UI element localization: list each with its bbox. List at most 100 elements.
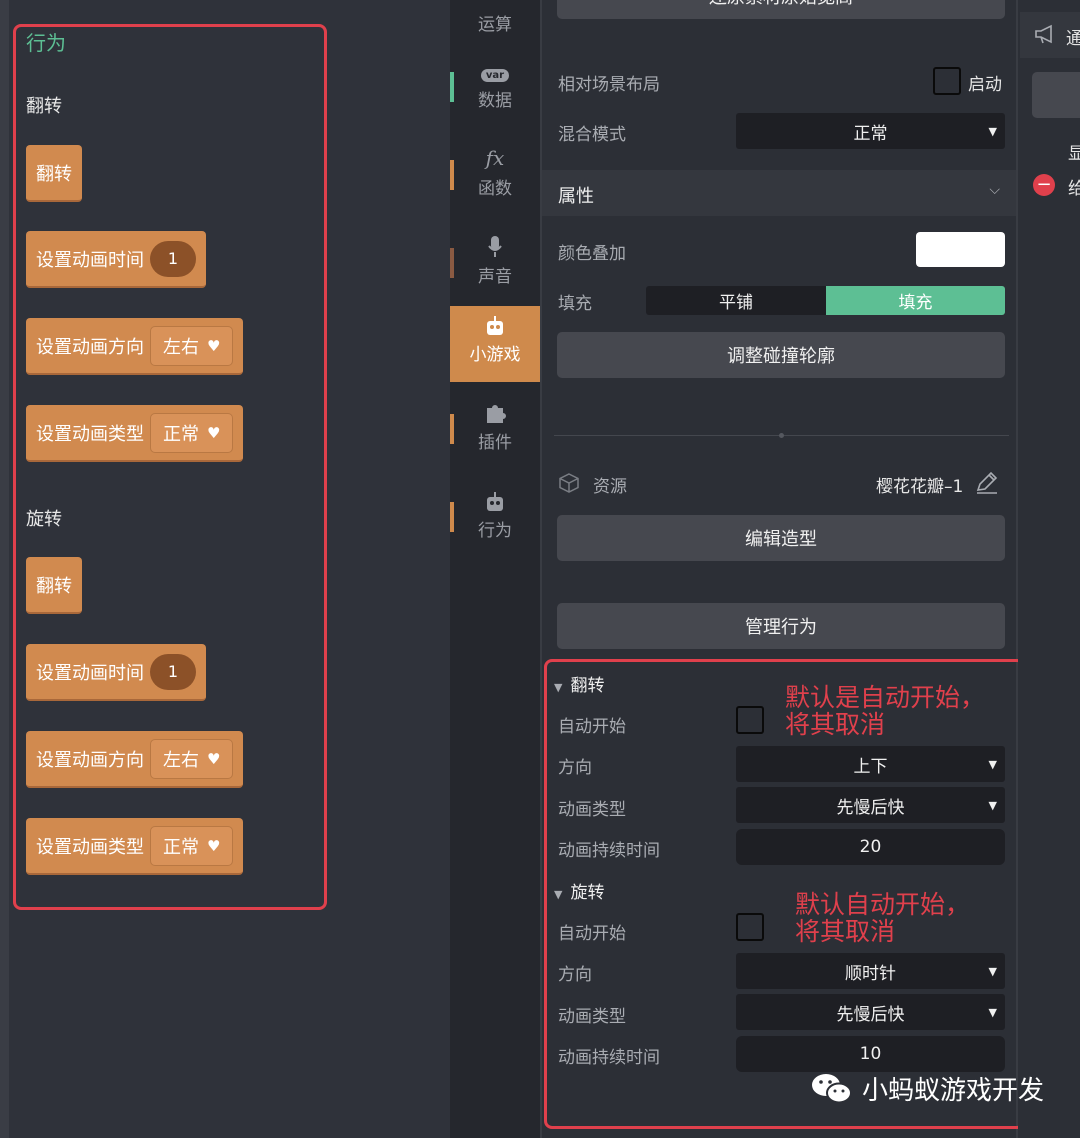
right-panel-button[interactable] bbox=[1032, 72, 1080, 118]
wechat-icon bbox=[812, 1073, 852, 1103]
category-label: 运算 bbox=[478, 15, 512, 35]
right-panel-header[interactable]: 通 bbox=[1020, 12, 1080, 58]
robot-icon bbox=[450, 482, 540, 512]
set-anim-direction-block[interactable]: 设置动画方向 左右 ♥ bbox=[26, 318, 244, 375]
puzzle-icon bbox=[450, 394, 540, 424]
category-marker bbox=[450, 160, 454, 190]
type-dropdown[interactable]: 正常 ♥ bbox=[150, 412, 234, 453]
set-anim-time-block[interactable]: 设置动画时间 1 bbox=[26, 644, 206, 701]
edit-pencil-icon[interactable] bbox=[974, 470, 1000, 500]
right-header-text: 通 bbox=[1066, 29, 1080, 49]
blend-mode-select[interactable]: 正常 ▼ bbox=[736, 113, 1005, 149]
color-overlay-label: 颜色叠加 bbox=[558, 244, 626, 264]
right-row-text: 给 bbox=[1068, 179, 1080, 199]
block-label: 设置动画方向 bbox=[36, 749, 144, 771]
block-label: 翻转 bbox=[36, 575, 72, 597]
category-minigame[interactable]: 小游戏 bbox=[450, 306, 540, 382]
type-dropdown[interactable]: 正常 ♥ bbox=[150, 825, 234, 866]
function-icon: fx bbox=[485, 146, 505, 170]
annotation-rotate: 默认自动开始， 将其取消 bbox=[795, 891, 970, 945]
category-nav: 运算 var 数据 fx 函数 声音 小游戏 插件 行为 bbox=[450, 0, 540, 1138]
block-label: 设置动画时间 bbox=[36, 249, 144, 271]
annotation-line: 将其取消 bbox=[795, 917, 896, 946]
time-value-input[interactable]: 1 bbox=[150, 240, 196, 277]
block-label: 设置动画方向 bbox=[36, 336, 144, 358]
palette-title: 行为 bbox=[26, 31, 66, 55]
right-panel: 通 显 − 给 bbox=[1018, 0, 1080, 1138]
type-value: 正常 bbox=[163, 423, 199, 445]
flip-block[interactable]: 翻转 bbox=[26, 145, 82, 202]
direction-value: 左右 bbox=[163, 749, 199, 771]
category-marker bbox=[450, 72, 454, 102]
category-label: 插件 bbox=[478, 433, 512, 453]
set-anim-time-block[interactable]: 设置动画时间 1 bbox=[26, 231, 206, 288]
watermark-text: 小蚂蚁游戏开发 bbox=[862, 1076, 1045, 1106]
type-value: 正常 bbox=[163, 836, 199, 858]
relative-layout-checkbox[interactable] bbox=[933, 67, 961, 95]
set-anim-direction-block[interactable]: 设置动画方向 左右 ♥ bbox=[26, 731, 244, 788]
divider-handle[interactable] bbox=[779, 433, 784, 438]
fill-option-tile[interactable]: 平铺 bbox=[646, 286, 826, 315]
block-label: 设置动画时间 bbox=[36, 662, 144, 684]
attributes-header[interactable]: 属性 ⌵ bbox=[542, 170, 1016, 216]
watermark: 小蚂蚁游戏开发 bbox=[810, 1070, 1044, 1107]
direction-dropdown[interactable]: 左右 ♥ bbox=[150, 738, 234, 779]
category-sound[interactable]: 声音 bbox=[450, 228, 540, 304]
category-data[interactable]: var 数据 bbox=[450, 52, 540, 128]
category-label: 行为 bbox=[478, 521, 512, 541]
caret-down-icon: ▼ bbox=[988, 124, 997, 138]
palette-edge bbox=[0, 0, 9, 1138]
color-overlay-swatch[interactable] bbox=[916, 232, 1005, 267]
resource-value: 樱花花瓣–1 bbox=[876, 477, 964, 497]
operator-icon bbox=[450, 0, 540, 6]
fill-label: 填充 bbox=[558, 294, 592, 314]
attributes-title: 属性 bbox=[558, 186, 594, 207]
relative-layout-label: 相对场景布局 bbox=[558, 75, 660, 95]
category-label: 声音 bbox=[478, 267, 512, 287]
resource-label: 资源 bbox=[593, 477, 627, 497]
relative-layout-check-label: 启动 bbox=[968, 75, 1002, 95]
time-value-input[interactable]: 1 bbox=[150, 653, 196, 690]
robot-icon bbox=[450, 306, 540, 336]
category-operators[interactable]: 运算 bbox=[450, 0, 540, 52]
annotation-line: 默认是自动开始， bbox=[785, 683, 986, 712]
category-label: 小游戏 bbox=[469, 345, 521, 365]
collision-outline-button[interactable]: 调整碰撞轮廓 bbox=[557, 332, 1005, 378]
set-anim-type-block[interactable]: 设置动画类型 正常 ♥ bbox=[26, 818, 244, 875]
annotation-line: 将其取消 bbox=[785, 710, 886, 739]
dropdown-heart-icon: ♥ bbox=[207, 836, 221, 855]
dropdown-heart-icon: ♥ bbox=[207, 423, 221, 442]
fill-option-fill[interactable]: 填充 bbox=[826, 286, 1005, 315]
set-anim-type-block[interactable]: 设置动画类型 正常 ♥ bbox=[26, 405, 244, 462]
dropdown-heart-icon: ♥ bbox=[207, 749, 221, 768]
category-behavior[interactable]: 行为 bbox=[450, 482, 540, 558]
annotation-line: 默认自动开始， bbox=[795, 890, 971, 919]
category-label: 函数 bbox=[478, 179, 512, 199]
flip-block[interactable]: 翻转 bbox=[26, 557, 82, 614]
var-icon: var bbox=[450, 52, 540, 82]
direction-value: 左右 bbox=[163, 336, 199, 358]
manage-behavior-button[interactable]: 管理行为 bbox=[557, 603, 1005, 649]
cube-icon bbox=[558, 472, 580, 498]
microphone-icon bbox=[450, 228, 540, 258]
block-palette: 行为 翻转 翻转 设置动画时间 1 设置动画方向 左右 ♥ 设置动画类型 正常 … bbox=[0, 0, 450, 1138]
restore-size-button[interactable]: 还原素材原始宽高 bbox=[557, 0, 1005, 19]
blend-mode-label: 混合模式 bbox=[558, 125, 626, 145]
dropdown-heart-icon: ♥ bbox=[207, 336, 221, 355]
block-label: 设置动画类型 bbox=[36, 423, 144, 445]
category-label: 数据 bbox=[478, 91, 512, 111]
category-marker bbox=[450, 502, 454, 532]
category-marker bbox=[450, 248, 454, 278]
category-marker bbox=[450, 414, 454, 444]
direction-dropdown[interactable]: 左右 ♥ bbox=[150, 325, 234, 366]
category-functions[interactable]: fx 函数 bbox=[450, 140, 540, 216]
category-plugins[interactable]: 插件 bbox=[450, 394, 540, 470]
remove-icon[interactable]: − bbox=[1033, 174, 1055, 196]
rotate-section-heading: 旋转 bbox=[26, 509, 62, 530]
edit-shape-button[interactable]: 编辑造型 bbox=[557, 515, 1005, 561]
right-row-text: 显 bbox=[1068, 144, 1080, 164]
chevron-down-icon: ⌵ bbox=[989, 182, 1000, 198]
blend-mode-value: 正常 bbox=[853, 123, 888, 144]
block-label: 翻转 bbox=[36, 163, 72, 185]
megaphone-icon bbox=[1034, 24, 1056, 48]
